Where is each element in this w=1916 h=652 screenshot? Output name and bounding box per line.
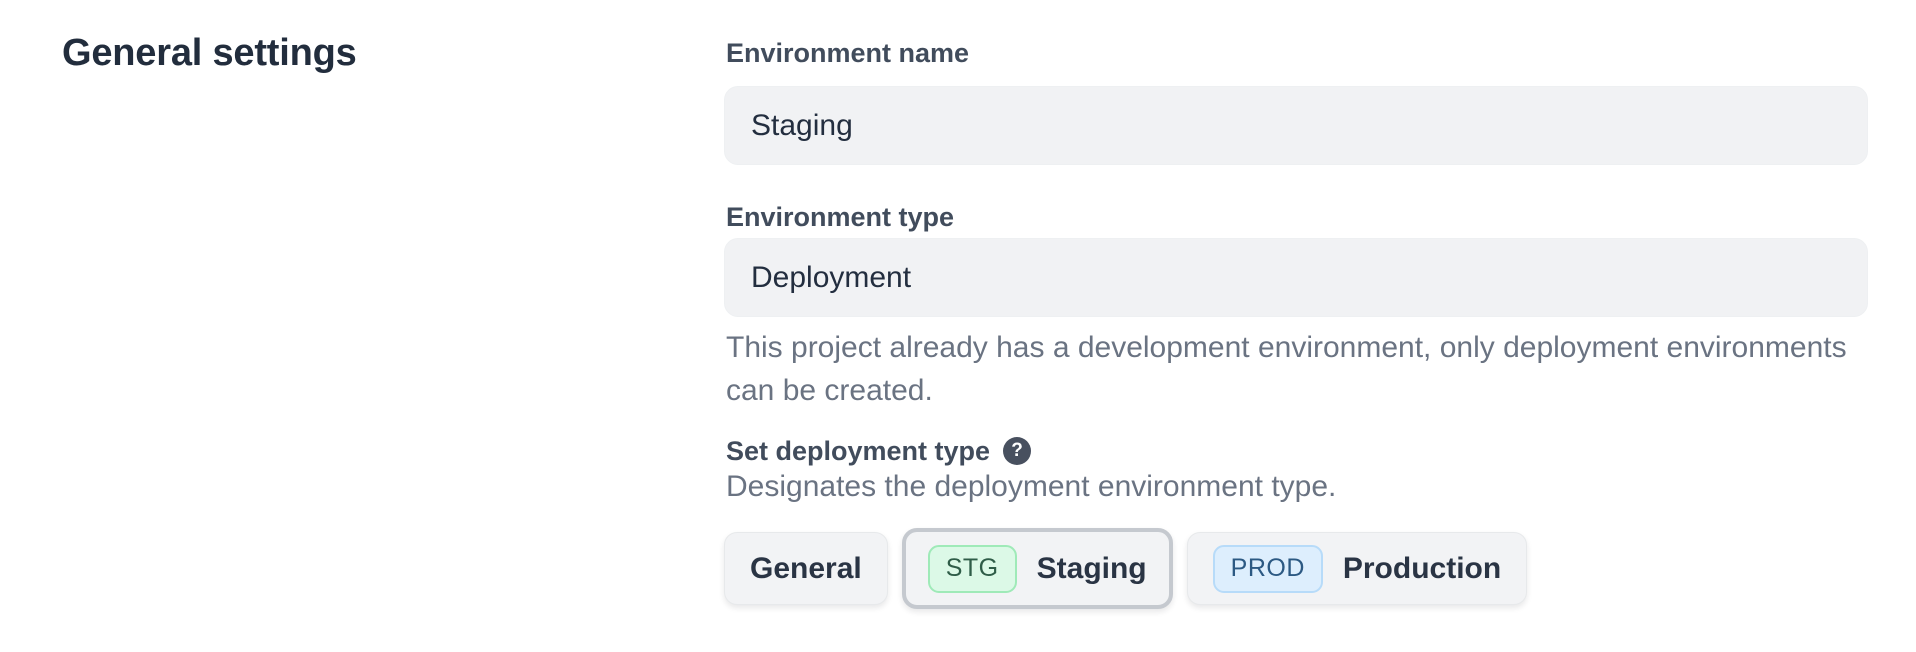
environment-type-help-text: This project already has a development e… (726, 326, 1870, 412)
deployment-type-option-general-label: General (750, 552, 862, 586)
environment-name-input[interactable] (724, 86, 1868, 165)
deployment-type-option-production-label: Production (1343, 552, 1501, 586)
page-title: General settings (62, 32, 357, 75)
settings-form: Environment name Environment type This p… (724, 0, 1868, 652)
deployment-type-options: General STG Staging PROD Production (724, 528, 1527, 609)
environment-type-input[interactable] (724, 238, 1868, 317)
environment-type-label: Environment type (726, 202, 954, 232)
deployment-type-option-staging[interactable]: STG Staging (902, 528, 1173, 609)
deployment-type-option-general[interactable]: General (724, 532, 888, 605)
deployment-type-description: Designates the deployment environment ty… (726, 470, 1336, 504)
deployment-type-option-staging-label: Staging (1037, 552, 1147, 586)
prod-badge: PROD (1213, 545, 1323, 593)
general-settings-page: General settings Environment name Enviro… (0, 0, 1916, 652)
environment-name-label: Environment name (726, 38, 969, 68)
question-mark-icon[interactable]: ? (1003, 437, 1031, 465)
stg-badge: STG (928, 545, 1017, 593)
set-deployment-type-row: Set deployment type ? (726, 436, 1031, 466)
set-deployment-type-label: Set deployment type (726, 436, 990, 466)
deployment-type-option-production[interactable]: PROD Production (1187, 532, 1528, 605)
